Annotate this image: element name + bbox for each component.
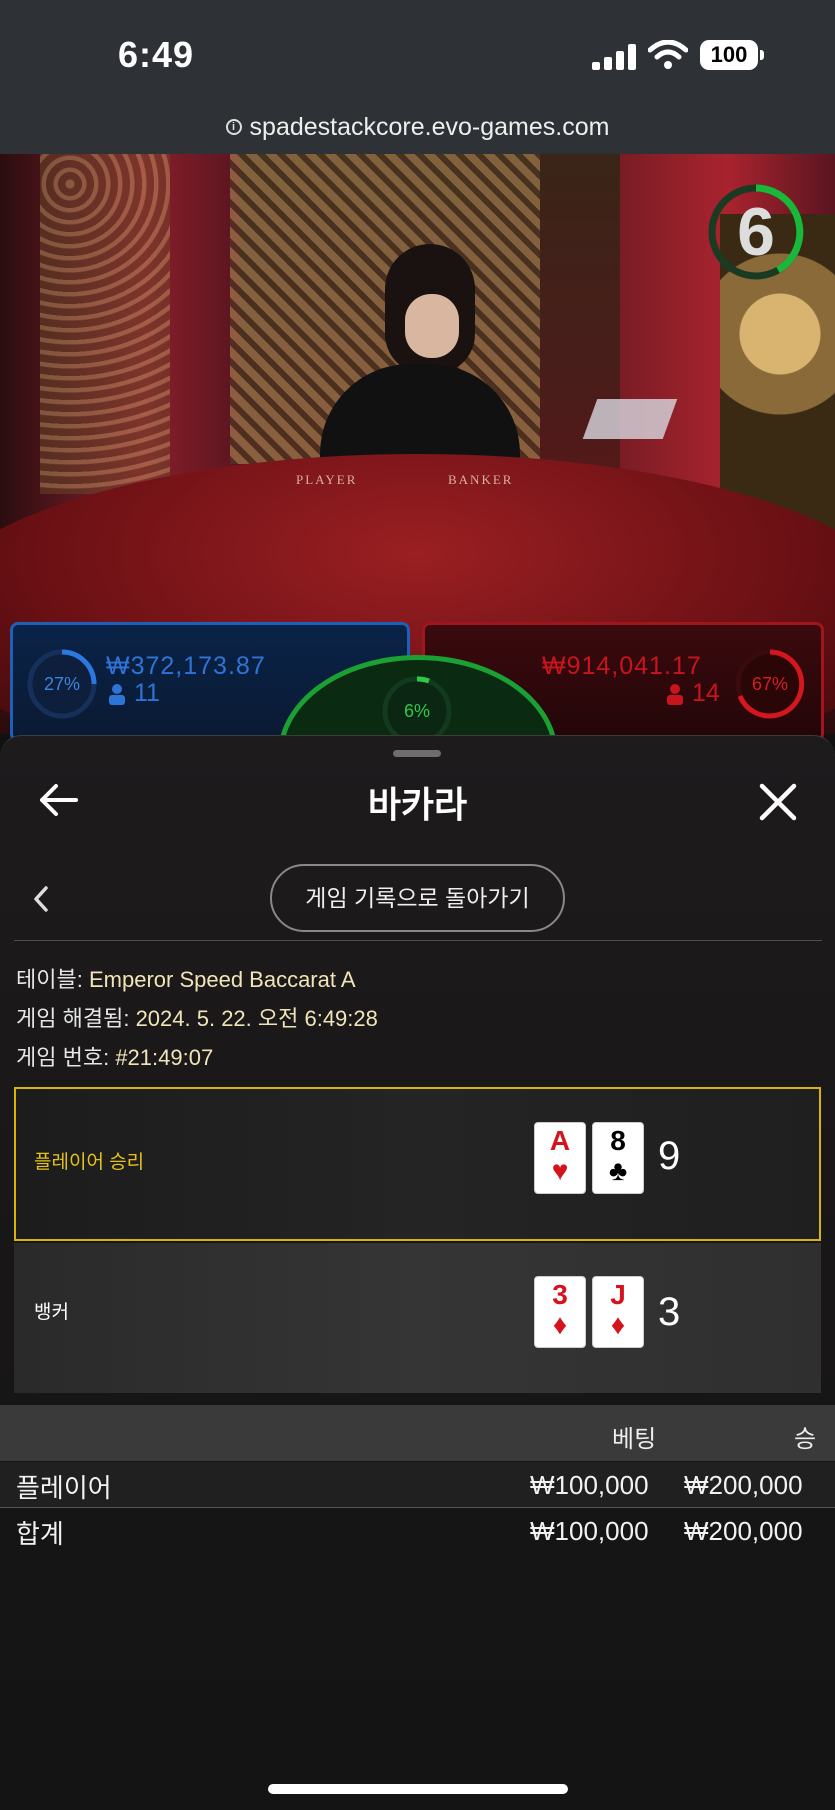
card-rank: 3 (552, 1279, 568, 1310)
table-row: 플레이어 ₩100,000 ₩200,000 (0, 1462, 835, 1508)
banker-result-row (14, 1243, 821, 1393)
card-shoe (582, 399, 678, 439)
table-label-banker: BANKER (448, 472, 514, 487)
game-number-info: 게임 번호: #21:49:07 (16, 1040, 213, 1072)
status-bar: 6:49 100 (0, 0, 835, 100)
banker-bettors-icon (667, 684, 683, 705)
card-rank: J (610, 1279, 626, 1310)
sheet-grabber[interactable] (393, 750, 441, 757)
table-info: 테이블: Emperor Speed Baccarat A (16, 962, 356, 994)
player-percent: 27% (43, 673, 81, 694)
banker-bet-amount: ₩914,041.17 (542, 652, 702, 680)
table-info-value: Emperor Speed Baccarat A (88, 967, 356, 992)
cellular-signal-icon (592, 44, 636, 70)
info-icon[interactable]: i (225, 119, 242, 135)
divider (14, 940, 822, 941)
url-bar[interactable]: i spadestackcore.evo-games.com (0, 100, 835, 154)
wifi-icon (648, 40, 688, 69)
player-bet-amount: ₩372,173.87 (106, 652, 266, 680)
diamond-suit-icon: ♦ (552, 1309, 568, 1340)
player-win-label: 플레이어 승리 (34, 1152, 145, 1173)
url-text: spadestackcore.evo-games.com (249, 112, 610, 141)
club-suit-icon: ♣ (608, 1155, 628, 1186)
sheet-title: 바카라 (367, 784, 468, 825)
home-indicator[interactable] (268, 1784, 568, 1794)
bet-column-header: 베팅 (612, 1426, 657, 1453)
game-number-value: #21:49:07 (115, 1045, 214, 1070)
chevron-left-icon[interactable] (30, 884, 54, 914)
banker-score: 3 (658, 1290, 681, 1334)
status-time: 6:49 (118, 34, 195, 75)
playing-card: 3 ♦ (534, 1276, 586, 1348)
win-column-header: 승 (794, 1426, 817, 1453)
win-amount: ₩200,000 (684, 1470, 803, 1500)
total-bet-amount: ₩100,000 (530, 1516, 649, 1546)
resolved-info-value: 2024. 5. 22. 오전 6:49:28 (135, 1006, 378, 1031)
playing-card: J ♦ (592, 1276, 644, 1348)
resolved-info: 게임 해결됨: 2024. 5. 22. 오전 6:49:28 (16, 1001, 378, 1033)
dealer-face (405, 294, 459, 358)
countdown-timer: 6 (737, 194, 775, 270)
bet-type: 플레이어 (16, 1473, 112, 1503)
table-label-player: PLAYER (296, 472, 358, 487)
bets-table-header: 베팅 승 (0, 1405, 835, 1461)
playing-card: A ♥ (534, 1122, 586, 1194)
total-label: 합계 (16, 1519, 64, 1549)
banker-label: 뱅커 (34, 1302, 69, 1323)
resolved-info-label: 게임 해결됨: (16, 1006, 130, 1031)
player-bettors-count: 11 (134, 679, 160, 707)
card-rank: 8 (610, 1125, 626, 1156)
background-panel (40, 154, 170, 494)
bet-amount: ₩100,000 (530, 1470, 649, 1500)
close-icon[interactable] (756, 780, 800, 824)
card-rank: A (549, 1125, 571, 1156)
banker-percent: 67% (751, 673, 789, 694)
total-row: 합계 ₩100,000 ₩200,000 (0, 1510, 835, 1556)
banker-bettors-count: 14 (692, 679, 720, 707)
playing-card: 8 ♣ (592, 1122, 644, 1194)
back-to-history-button[interactable]: 게임 기록으로 돌아가기 (270, 864, 565, 932)
heart-suit-icon: ♥ (551, 1155, 569, 1186)
game-number-label: 게임 번호: (16, 1045, 110, 1070)
battery-icon: 100 (700, 40, 764, 70)
total-win-amount: ₩200,000 (684, 1516, 803, 1546)
player-score: 9 (658, 1134, 681, 1178)
player-bettors-icon (109, 684, 125, 705)
diamond-suit-icon: ♦ (610, 1309, 626, 1340)
table-info-label: 테이블: (16, 967, 83, 992)
